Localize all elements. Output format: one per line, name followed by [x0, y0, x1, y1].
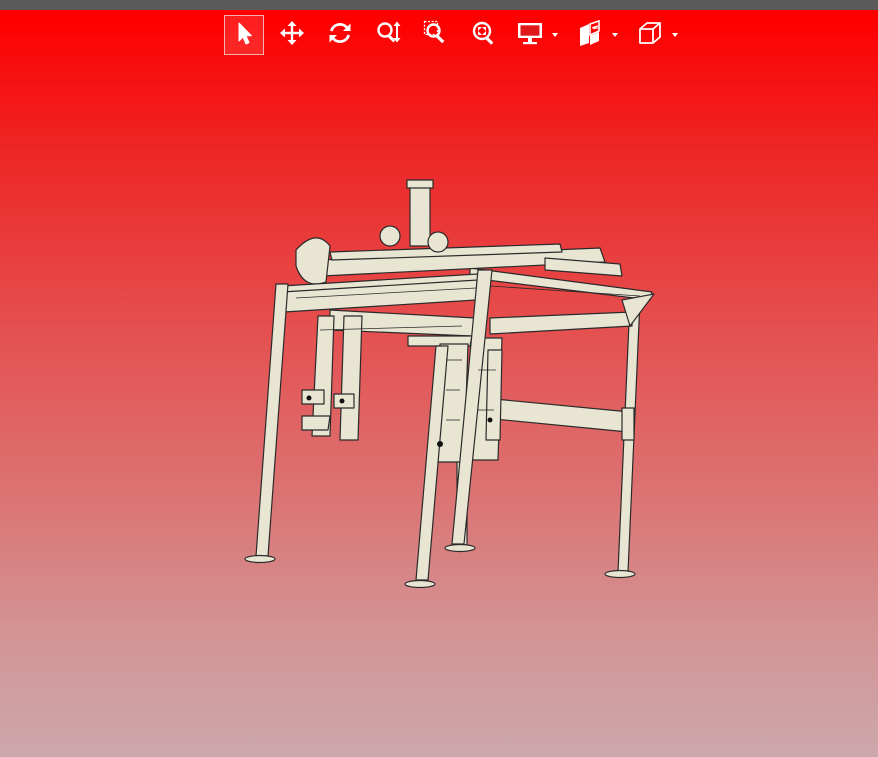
view-orientation-button[interactable]	[632, 15, 668, 55]
zoom-fit-tool-button[interactable]	[464, 15, 504, 55]
section-view-button[interactable]	[572, 15, 608, 55]
section-view-dropdown[interactable]	[572, 15, 618, 55]
cube-icon	[636, 19, 664, 52]
move-arrows-icon	[278, 19, 306, 52]
zoom-updown-icon	[374, 19, 402, 52]
pointer-arrow-icon	[230, 19, 258, 52]
rotate-icon	[326, 19, 354, 52]
gantry-robot-model	[244, 179, 655, 589]
display-mode-dropdown[interactable]	[512, 15, 558, 55]
zoom-tool-button[interactable]	[368, 15, 408, 55]
chevron-down-icon	[552, 33, 558, 37]
display-mode-button[interactable]	[512, 15, 548, 55]
rotate-tool-button[interactable]	[320, 15, 360, 55]
zoom-fit-icon	[470, 19, 498, 52]
pan-tool-button[interactable]	[272, 15, 312, 55]
3d-viewport[interactable]	[0, 60, 878, 757]
window-top-bar	[0, 0, 878, 10]
viewer-toolbar	[224, 14, 692, 56]
select-tool-button[interactable]	[224, 15, 264, 55]
zoom-window-tool-button[interactable]	[416, 15, 456, 55]
section-view-icon	[576, 19, 604, 52]
chevron-down-icon	[612, 33, 618, 37]
chevron-down-icon	[672, 33, 678, 37]
monitor-icon	[516, 19, 544, 52]
view-orientation-dropdown[interactable]	[632, 15, 678, 55]
zoom-window-icon	[422, 19, 450, 52]
